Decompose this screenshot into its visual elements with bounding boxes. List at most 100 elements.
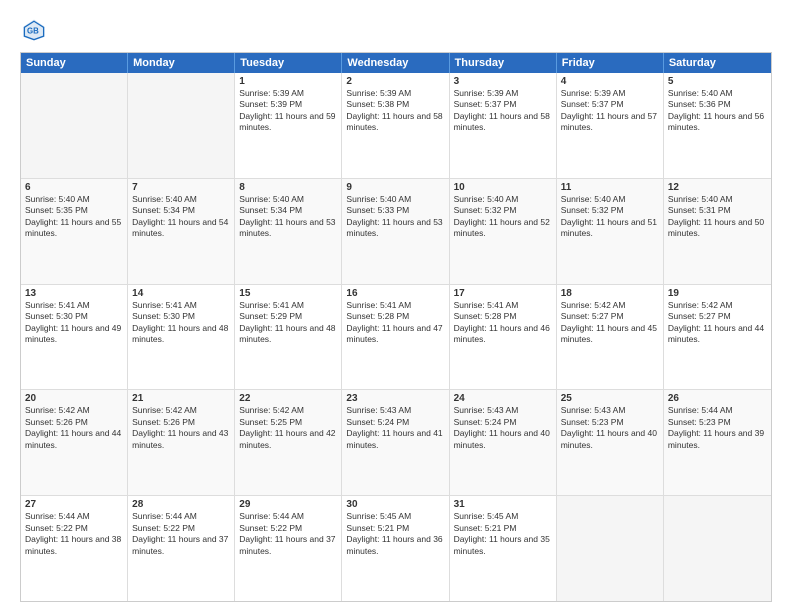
day-number: 31: [454, 499, 552, 510]
calendar-week-4: 20 Sunrise: 5:42 AMSunset: 5:26 PMDayligh…: [21, 389, 771, 495]
calendar-cell: 30Sunrise: 5:45 AMSunset: 5:21 PMDayligh…: [342, 496, 449, 601]
calendar-cell: 17Sunrise: 5:41 AMSunset: 5:28 PMDayligh…: [450, 285, 557, 390]
logo-icon: GB: [20, 16, 48, 44]
cell-info: Sunrise: 5:41 AMSunset: 5:29 PMDaylight:…: [239, 300, 337, 346]
calendar-cell: 20Sunrise: 5:42 AMSunset: 5:26 PMDayligh…: [21, 390, 128, 495]
header-day-tuesday: Tuesday: [235, 53, 342, 73]
day-number: 27: [25, 499, 123, 510]
day-number: 19: [668, 288, 767, 299]
calendar-cell: 19Sunrise: 5:42 AMSunset: 5:27 PMDayligh…: [664, 285, 771, 390]
calendar-cell: 14Sunrise: 5:41 AMSunset: 5:30 PMDayligh…: [128, 285, 235, 390]
calendar-cell: 28Sunrise: 5:44 AMSunset: 5:22 PMDayligh…: [128, 496, 235, 601]
cell-info: Sunrise: 5:41 AMSunset: 5:30 PMDaylight:…: [25, 300, 123, 346]
calendar-cell: 4Sunrise: 5:39 AMSunset: 5:37 PMDaylight…: [557, 73, 664, 178]
header-day-saturday: Saturday: [664, 53, 771, 73]
calendar-cell: 13Sunrise: 5:41 AMSunset: 5:30 PMDayligh…: [21, 285, 128, 390]
cell-info: Sunrise: 5:43 AMSunset: 5:24 PMDaylight:…: [346, 405, 444, 451]
day-number: 9: [346, 182, 444, 193]
calendar-cell: 24Sunrise: 5:43 AMSunset: 5:24 PMDayligh…: [450, 390, 557, 495]
calendar-body: 1Sunrise: 5:39 AMSunset: 5:39 PMDaylight…: [21, 73, 771, 601]
header-day-thursday: Thursday: [450, 53, 557, 73]
day-number: 10: [454, 182, 552, 193]
calendar-cell: 3Sunrise: 5:39 AMSunset: 5:37 PMDaylight…: [450, 73, 557, 178]
cell-info: Sunrise: 5:41 AMSunset: 5:28 PMDaylight:…: [346, 300, 444, 346]
day-number: 21: [132, 393, 230, 404]
day-number: 6: [25, 182, 123, 193]
day-number: 16: [346, 288, 444, 299]
day-number: 7: [132, 182, 230, 193]
day-number: 5: [668, 76, 767, 87]
calendar-cell: 9Sunrise: 5:40 AMSunset: 5:33 PMDaylight…: [342, 179, 449, 284]
day-number: 15: [239, 288, 337, 299]
day-number: 20: [25, 393, 123, 404]
day-number: 3: [454, 76, 552, 87]
day-number: 28: [132, 499, 230, 510]
day-number: 29: [239, 499, 337, 510]
calendar-cell: 8Sunrise: 5:40 AMSunset: 5:34 PMDaylight…: [235, 179, 342, 284]
day-number: 24: [454, 393, 552, 404]
cell-info: Sunrise: 5:40 AMSunset: 5:33 PMDaylight:…: [346, 194, 444, 240]
calendar-cell: [557, 496, 664, 601]
day-number: 22: [239, 393, 337, 404]
calendar-cell: 31Sunrise: 5:45 AMSunset: 5:21 PMDayligh…: [450, 496, 557, 601]
cell-info: Sunrise: 5:45 AMSunset: 5:21 PMDaylight:…: [454, 511, 552, 557]
header: GB: [20, 16, 772, 44]
cell-info: Sunrise: 5:39 AMSunset: 5:37 PMDaylight:…: [454, 88, 552, 134]
cell-info: Sunrise: 5:42 AMSunset: 5:25 PMDaylight:…: [239, 405, 337, 451]
calendar-week-1: 1Sunrise: 5:39 AMSunset: 5:39 PMDaylight…: [21, 73, 771, 178]
calendar-cell: 23Sunrise: 5:43 AMSunset: 5:24 PMDayligh…: [342, 390, 449, 495]
day-number: 13: [25, 288, 123, 299]
day-number: 25: [561, 393, 659, 404]
cell-info: Sunrise: 5:40 AMSunset: 5:32 PMDaylight:…: [454, 194, 552, 240]
calendar-cell: 27Sunrise: 5:44 AMSunset: 5:22 PMDayligh…: [21, 496, 128, 601]
cell-info: Sunrise: 5:45 AMSunset: 5:21 PMDaylight:…: [346, 511, 444, 557]
cell-info: Sunrise: 5:44 AMSunset: 5:22 PMDaylight:…: [239, 511, 337, 557]
calendar-cell: 15Sunrise: 5:41 AMSunset: 5:29 PMDayligh…: [235, 285, 342, 390]
calendar-cell: 5Sunrise: 5:40 AMSunset: 5:36 PMDaylight…: [664, 73, 771, 178]
day-number: 26: [668, 393, 767, 404]
page: GB SundayMondayTuesdayWednesdayThursdayF…: [0, 0, 792, 612]
calendar-cell: 18Sunrise: 5:42 AMSunset: 5:27 PMDayligh…: [557, 285, 664, 390]
calendar-header: SundayMondayTuesdayWednesdayThursdayFrid…: [21, 53, 771, 73]
calendar-cell: 10Sunrise: 5:40 AMSunset: 5:32 PMDayligh…: [450, 179, 557, 284]
calendar-cell: 22Sunrise: 5:42 AMSunset: 5:25 PMDayligh…: [235, 390, 342, 495]
cell-info: Sunrise: 5:40 AMSunset: 5:34 PMDaylight:…: [132, 194, 230, 240]
cell-info: Sunrise: 5:44 AMSunset: 5:22 PMDaylight:…: [132, 511, 230, 557]
calendar-week-2: 6Sunrise: 5:40 AMSunset: 5:35 PMDaylight…: [21, 178, 771, 284]
calendar-week-3: 13Sunrise: 5:41 AMSunset: 5:30 PMDayligh…: [21, 284, 771, 390]
cell-info: Sunrise: 5:40 AMSunset: 5:34 PMDaylight:…: [239, 194, 337, 240]
day-number: 11: [561, 182, 659, 193]
cell-info: Sunrise: 5:44 AMSunset: 5:22 PMDaylight:…: [25, 511, 123, 557]
day-number: 1: [239, 76, 337, 87]
calendar-cell: 12Sunrise: 5:40 AMSunset: 5:31 PMDayligh…: [664, 179, 771, 284]
svg-text:GB: GB: [27, 27, 39, 36]
header-day-wednesday: Wednesday: [342, 53, 449, 73]
cell-info: Sunrise: 5:44 AMSunset: 5:23 PMDaylight:…: [668, 405, 767, 451]
cell-info: Sunrise: 5:40 AMSunset: 5:36 PMDaylight:…: [668, 88, 767, 134]
day-number: 2: [346, 76, 444, 87]
calendar-cell: 21Sunrise: 5:42 AMSunset: 5:26 PMDayligh…: [128, 390, 235, 495]
day-number: 12: [668, 182, 767, 193]
cell-info: Sunrise: 5:42 AMSunset: 5:26 PMDaylight:…: [132, 405, 230, 451]
calendar-cell: 26Sunrise: 5:44 AMSunset: 5:23 PMDayligh…: [664, 390, 771, 495]
calendar-cell: 11Sunrise: 5:40 AMSunset: 5:32 PMDayligh…: [557, 179, 664, 284]
logo: GB: [20, 16, 52, 44]
header-day-monday: Monday: [128, 53, 235, 73]
calendar-cell: 25Sunrise: 5:43 AMSunset: 5:23 PMDayligh…: [557, 390, 664, 495]
calendar-cell: 29Sunrise: 5:44 AMSunset: 5:22 PMDayligh…: [235, 496, 342, 601]
day-number: 4: [561, 76, 659, 87]
calendar-cell: 7Sunrise: 5:40 AMSunset: 5:34 PMDaylight…: [128, 179, 235, 284]
cell-info: Sunrise: 5:40 AMSunset: 5:31 PMDaylight:…: [668, 194, 767, 240]
calendar-cell: 6Sunrise: 5:40 AMSunset: 5:35 PMDaylight…: [21, 179, 128, 284]
day-number: 8: [239, 182, 337, 193]
cell-info: Sunrise: 5:39 AMSunset: 5:37 PMDaylight:…: [561, 88, 659, 134]
calendar-cell: [21, 73, 128, 178]
header-day-friday: Friday: [557, 53, 664, 73]
calendar-cell: 2Sunrise: 5:39 AMSunset: 5:38 PMDaylight…: [342, 73, 449, 178]
day-number: 23: [346, 393, 444, 404]
calendar-cell: 1Sunrise: 5:39 AMSunset: 5:39 PMDaylight…: [235, 73, 342, 178]
calendar-week-5: 27Sunrise: 5:44 AMSunset: 5:22 PMDayligh…: [21, 495, 771, 601]
calendar-cell: 16Sunrise: 5:41 AMSunset: 5:28 PMDayligh…: [342, 285, 449, 390]
calendar: SundayMondayTuesdayWednesdayThursdayFrid…: [20, 52, 772, 602]
cell-info: Sunrise: 5:42 AMSunset: 5:27 PMDaylight:…: [668, 300, 767, 346]
